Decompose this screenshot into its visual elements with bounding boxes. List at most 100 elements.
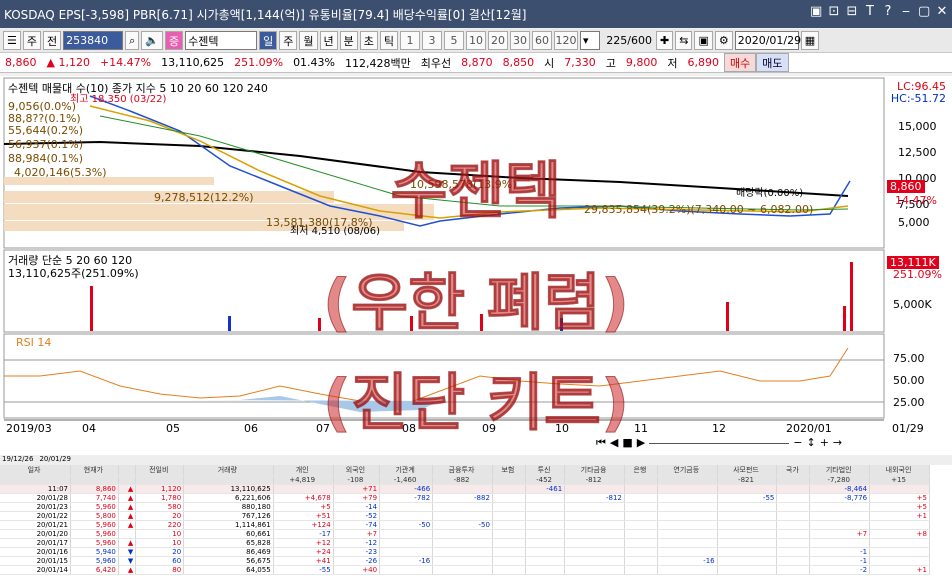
- table-cell: [525, 511, 566, 521]
- minute-30-button[interactable]: 30: [510, 31, 530, 50]
- minute-5-button[interactable]: 5: [444, 31, 464, 50]
- summary-cell: [183, 475, 274, 485]
- grid-from-date[interactable]: 19/12/26: [2, 455, 33, 465]
- zoom-out-icon[interactable]: −: [793, 436, 802, 450]
- table-cell: ▼: [118, 547, 137, 557]
- buy-button[interactable]: 매수: [724, 53, 757, 72]
- custom-period-dropdown[interactable]: ▾: [580, 31, 600, 50]
- period-year-button[interactable]: 년: [319, 31, 338, 50]
- table-cell: -12: [333, 538, 381, 548]
- first-icon[interactable]: ⏮: [596, 436, 606, 450]
- table-cell: [492, 529, 526, 539]
- table-row[interactable]: 20/01/23 5,960 ▲ 580 880,180 +5 -14 +5: [0, 502, 930, 512]
- maximize-icon[interactable]: ▢: [918, 4, 930, 19]
- chart-svg[interactable]: [0, 76, 952, 456]
- grid-to-date[interactable]: 20/01/29: [39, 455, 70, 465]
- market-tag: 증: [165, 31, 184, 50]
- minute-1-button[interactable]: 1: [400, 31, 420, 50]
- table-cell: 5,960: [70, 529, 119, 539]
- compare-icon[interactable]: ⇆: [675, 31, 693, 50]
- table-cell: 1,114,861: [183, 520, 274, 530]
- settings-icon[interactable]: ⚙: [714, 31, 733, 50]
- minute-3-button[interactable]: 3: [422, 31, 442, 50]
- trade-amount: 112,428백만: [345, 56, 411, 70]
- minute-60-button[interactable]: 60: [532, 31, 552, 50]
- stock-name-field[interactable]: 수젠텍: [185, 31, 258, 50]
- table-row[interactable]: 20/01/20 5,960 10 60,661 -17 +7 +7 +8: [0, 529, 930, 539]
- col-header: 투신: [525, 465, 566, 476]
- table-row[interactable]: 20/01/16 5,940 ▼ 20 86,469 +24 -23 -1: [0, 547, 930, 557]
- speaker-icon[interactable]: 🔈: [141, 31, 163, 50]
- table-cell: [432, 529, 493, 539]
- table-cell: [564, 547, 625, 557]
- table-row[interactable]: 20/01/17 5,960 ▲ 10 65,828 +12 -12: [0, 538, 930, 548]
- volume-profile-label: 10,598,578(13.9%): [410, 178, 517, 191]
- table-cell: 880,180: [183, 502, 274, 512]
- y-tick: 12,500: [898, 146, 937, 159]
- volume-panel[interactable]: [3, 249, 885, 333]
- table-cell: 13,110,625: [183, 484, 274, 494]
- table-cell: 5,960: [70, 502, 119, 512]
- period-minute-button[interactable]: 분: [339, 31, 358, 50]
- table-cell: [624, 529, 658, 539]
- col-header: 내외국인: [869, 465, 930, 476]
- prev-icon[interactable]: ◀: [610, 436, 618, 450]
- table-cell: +5: [273, 502, 334, 512]
- calendar-icon[interactable]: ▦: [800, 31, 820, 50]
- table-cell: [525, 538, 566, 548]
- zoom-in-icon[interactable]: +: [820, 436, 829, 450]
- investor-table: 일자 현재가 전일비 거래량 개인 외국인 기관계 금융투자 보험 투신 기타금융 은행 연기금등 사모펀…: [0, 465, 930, 575]
- minimize-icon[interactable]: ⎯: [900, 4, 912, 19]
- help-icon[interactable]: ?: [882, 4, 894, 19]
- stock-code-input[interactable]: 253840: [63, 31, 124, 50]
- save-icon[interactable]: ▣: [694, 31, 713, 50]
- sell-button[interactable]: 매도: [756, 53, 789, 72]
- date-input[interactable]: 2020/01/29: [734, 31, 801, 50]
- table-row[interactable]: 11:07 8,860 ▲ 1,120 13,110,625 +71 -466 -461 -8,…: [0, 484, 930, 494]
- split-icon[interactable]: ⊡: [828, 4, 840, 19]
- expand-icon[interactable]: ↕: [806, 436, 815, 450]
- zoom-slider[interactable]: [649, 436, 790, 444]
- summary-cell: -7,280: [809, 475, 871, 485]
- table-cell: [657, 502, 718, 512]
- menu-icon[interactable]: ☰: [3, 31, 21, 50]
- summary-cell: [135, 475, 185, 485]
- table-row[interactable]: 20/01/15 5,960 ▼ 60 56,675 +41 -26 -16 -16 -1: [0, 556, 930, 566]
- volume-bar: [228, 316, 231, 331]
- text-icon[interactable]: T: [864, 4, 876, 19]
- period-week-button[interactable]: 주: [279, 31, 298, 50]
- search-icon[interactable]: ⌕: [125, 31, 140, 50]
- table-body: 11:07 8,860 ▲ 1,120 13,110,625 +71 -466 -461 -8,…: [0, 484, 930, 575]
- investor-grid[interactable]: 19/12/26 20/01/29 일자 현재가 전일비 거래량 개인 외국인 기관계 금융투…: [0, 455, 952, 587]
- crosshair-icon[interactable]: ✚: [656, 31, 674, 50]
- rsi-panel[interactable]: [3, 333, 885, 419]
- volume-bar: [726, 302, 729, 331]
- data-count-value[interactable]: 225: [606, 34, 627, 47]
- prev-button[interactable]: 전: [43, 31, 62, 50]
- table-cell: -1: [809, 547, 871, 557]
- chart-area[interactable]: 수젠텍 매물대 수(10) 종가 지수 5 10 20 60 120 240 L…: [0, 76, 952, 456]
- table-cell: [564, 511, 625, 521]
- table-cell: 220: [135, 520, 185, 530]
- table-cell: [776, 484, 811, 494]
- next-icon[interactable]: ▶: [637, 436, 645, 450]
- minute-120-button[interactable]: 120: [554, 31, 578, 50]
- link-icon[interactable]: ▣: [810, 4, 822, 19]
- minute-10-button[interactable]: 10: [466, 31, 486, 50]
- table-cell: [525, 520, 566, 530]
- table-row[interactable]: 20/01/21 5,960 ▲ 220 1,114,861 +124 -74 -50 -50: [0, 520, 930, 530]
- period-month-button[interactable]: 월: [299, 31, 318, 50]
- table-row[interactable]: 20/01/28 7,740 ▲ 1,780 6,221,606 +4,678 +79 -78…: [0, 493, 930, 503]
- stop-icon[interactable]: ■: [622, 436, 632, 450]
- period-day-button[interactable]: 일: [259, 31, 278, 50]
- minute-20-button[interactable]: 20: [488, 31, 508, 50]
- table-row[interactable]: 20/01/22 5,800 ▲ 20 767,126 +51 -52 +1: [0, 511, 930, 521]
- table-cell: 20/01/17: [0, 538, 72, 548]
- period-tick-button[interactable]: 틱: [379, 31, 398, 50]
- table-row[interactable]: 20/01/14 6,420 ▲ 80 64,055 -55 +40 -2 +1: [0, 565, 930, 575]
- close-icon[interactable]: ✕: [936, 4, 948, 19]
- period-second-button[interactable]: 초: [359, 31, 378, 50]
- period-select[interactable]: 주: [22, 31, 41, 50]
- arrow-right-icon[interactable]: →: [833, 436, 842, 450]
- tile-icon[interactable]: ⊟: [846, 4, 858, 19]
